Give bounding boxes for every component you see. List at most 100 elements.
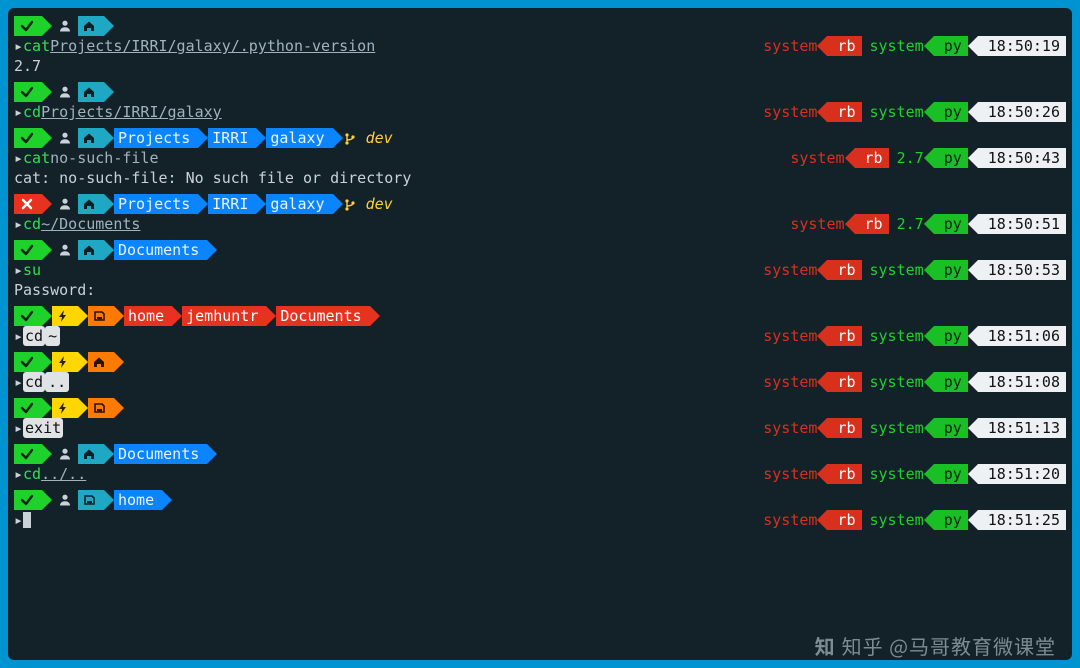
- py-label: py: [944, 464, 962, 484]
- prompt-header: [14, 398, 1066, 418]
- prompt-command-line[interactable]: ▸ susystemrbsystempy18:50:53: [14, 260, 1066, 280]
- command-name[interactable]: cd: [23, 326, 45, 346]
- prompt-caret: ▸: [14, 214, 23, 234]
- crumb-dir: home: [114, 490, 162, 510]
- py-label: py: [944, 418, 962, 438]
- crumb-dir: Documents: [118, 444, 199, 464]
- py-label: py: [944, 510, 962, 530]
- prompt-command-line[interactable]: ▸ cd ../..systemrbsystempy18:51:20: [14, 464, 1066, 484]
- prompt-command-line[interactable]: ▸ cd ..systemrbsystempy18:51:08: [14, 372, 1066, 392]
- command-arg[interactable]: ~: [45, 326, 60, 346]
- bolt-icon: [56, 355, 70, 369]
- home-icon: [92, 355, 106, 369]
- rb-env-outer: system: [763, 102, 817, 122]
- prompt-caret: ▸: [14, 36, 23, 56]
- rb-segment: rb: [827, 372, 861, 392]
- rb-segment: rb: [827, 102, 861, 122]
- py-env-outer: system: [862, 36, 924, 56]
- command-arg[interactable]: Projects/IRRI/galaxy/.python-version: [50, 36, 375, 56]
- command-name[interactable]: cd: [23, 372, 45, 392]
- rb-label: rb: [837, 464, 855, 484]
- user-icon: [52, 197, 78, 211]
- crumb-dir: Documents: [114, 444, 207, 464]
- time-segment: 18:50:51: [978, 214, 1066, 234]
- py-env-outer: system: [862, 260, 924, 280]
- user-icon: [52, 493, 78, 507]
- command-name[interactable]: su: [23, 260, 41, 280]
- prompt-header: Documents: [14, 444, 1066, 464]
- time-segment: 18:50:53: [978, 260, 1066, 280]
- clock-time: 18:51:06: [988, 326, 1060, 346]
- crumb-disk: [88, 306, 114, 326]
- command-name[interactable]: cd: [23, 102, 41, 122]
- clock-time: 18:51:08: [988, 372, 1060, 392]
- disk-icon: [92, 401, 106, 415]
- rb-segment: rb: [827, 464, 861, 484]
- crumb-home: [78, 82, 104, 102]
- check-icon: [20, 401, 34, 415]
- command-arg[interactable]: ~/Documents: [41, 214, 140, 234]
- py-segment: py: [934, 372, 968, 392]
- root-indicator: [52, 398, 78, 418]
- prompt-header: [14, 352, 1066, 372]
- prompt-caret: ▸: [14, 260, 23, 280]
- py-segment: py: [934, 418, 968, 438]
- crumb-dir: Documents: [280, 306, 361, 326]
- user-icon: [52, 447, 78, 461]
- command-name[interactable]: cat: [23, 36, 50, 56]
- time-segment: 18:50:26: [978, 102, 1066, 122]
- command-arg[interactable]: ../..: [41, 464, 86, 484]
- py-segment: py: [934, 260, 968, 280]
- crumb-dir: Projects: [118, 194, 190, 214]
- clock-time: 18:50:19: [988, 36, 1060, 56]
- text-cursor[interactable]: [23, 512, 31, 528]
- crumb-dir: IRRI: [208, 194, 256, 214]
- time-segment: 18:51:13: [978, 418, 1066, 438]
- rb-label: rb: [837, 510, 855, 530]
- command-name[interactable]: cat: [23, 148, 50, 168]
- crumb-dir: IRRI: [212, 194, 248, 214]
- crumb-home: [78, 194, 104, 214]
- command-arg[interactable]: Projects/IRRI/galaxy: [41, 102, 222, 122]
- py-env-outer: system: [862, 418, 924, 438]
- rb-label: rb: [837, 418, 855, 438]
- check-icon: [20, 447, 34, 461]
- prompt-command-line[interactable]: ▸ cd ~/Documents systemrb2.7py18:50:51: [14, 214, 1066, 234]
- root-indicator: [52, 352, 78, 372]
- right-status: systemrb2.7py18:50:51: [790, 214, 1066, 234]
- crumb-dir: Projects: [114, 194, 198, 214]
- terminal-window[interactable]: ▸ cat Projects/IRRI/galaxy/.python-versi…: [8, 8, 1072, 660]
- clock-time: 18:50:51: [988, 214, 1060, 234]
- check-icon: [20, 243, 34, 257]
- prompt-command-line[interactable]: ▸ cat Projects/IRRI/galaxy/.python-versi…: [14, 36, 1066, 56]
- command-name[interactable]: cd: [23, 464, 41, 484]
- command-output: 2.7: [14, 56, 1066, 76]
- prompt-command-line[interactable]: ▸ exitsystemrbsystempy18:51:13: [14, 418, 1066, 438]
- command-output: cat: no-such-file: No such file or direc…: [14, 168, 1066, 188]
- status-ok: [14, 128, 42, 148]
- rb-env-outer: system: [790, 148, 844, 168]
- crumb-dir: home: [128, 306, 164, 326]
- time-segment: 18:51:25: [978, 510, 1066, 530]
- command-output: Password:: [14, 280, 1066, 300]
- prompt-command-line[interactable]: ▸ cat no-such-filesystemrb2.7py18:50:43: [14, 148, 1066, 168]
- prompt-header: home: [14, 490, 1066, 510]
- prompt-caret: ▸: [14, 326, 23, 346]
- command-arg[interactable]: ..: [45, 372, 69, 392]
- prompt-header: homejemhuntrDocuments: [14, 306, 1066, 326]
- py-env-outer: system: [862, 102, 924, 122]
- crumb-dir: Projects: [114, 128, 198, 148]
- command-name[interactable]: exit: [23, 418, 63, 438]
- py-env-outer: system: [862, 464, 924, 484]
- time-segment: 18:51:20: [978, 464, 1066, 484]
- check-icon: [20, 309, 34, 323]
- prompt-command-line[interactable]: ▸ systemrbsystempy18:51:25: [14, 510, 1066, 530]
- status-ok: [14, 398, 42, 418]
- bolt-icon: [56, 401, 70, 415]
- command-name[interactable]: cd: [23, 214, 41, 234]
- time-segment: 18:50:43: [978, 148, 1066, 168]
- prompt-command-line[interactable]: ▸ cd ~systemrbsystempy18:51:06: [14, 326, 1066, 346]
- rb-segment: rb: [827, 36, 861, 56]
- command-arg[interactable]: no-such-file: [50, 148, 158, 168]
- prompt-command-line[interactable]: ▸ cd Projects/IRRI/galaxysystemrbsystemp…: [14, 102, 1066, 122]
